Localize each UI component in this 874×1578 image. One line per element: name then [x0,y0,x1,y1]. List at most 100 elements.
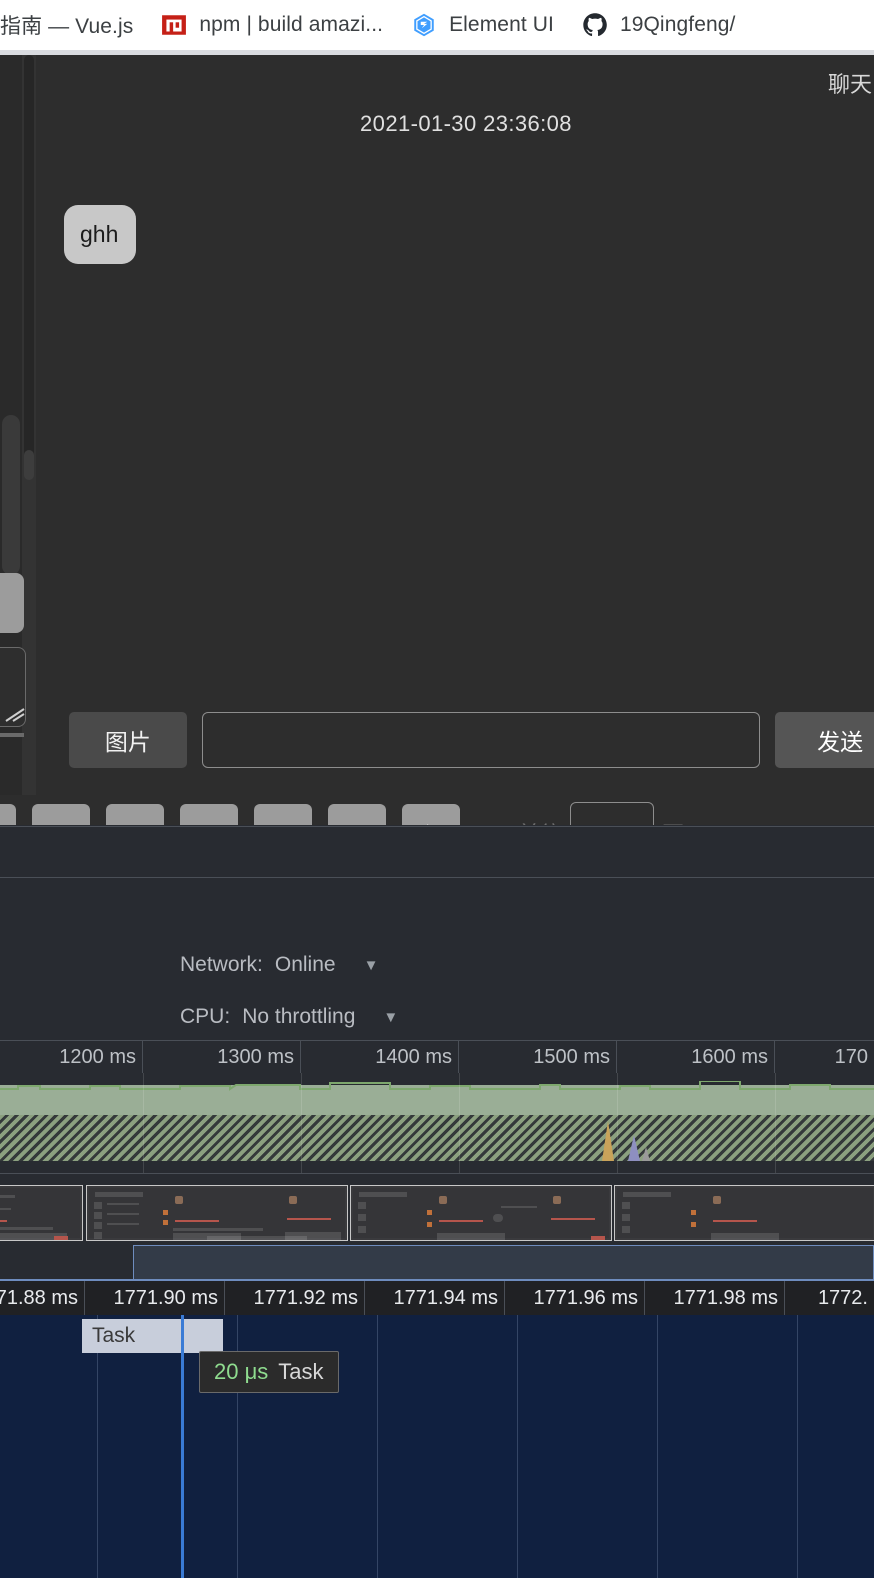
filmstrip-frame[interactable] [0,1185,83,1241]
detail-tick: 1771.92 ms [225,1281,365,1315]
page-button-3[interactable] [0,804,16,825]
network-peak-marker [628,1135,640,1161]
thumbnail-list-row [622,1202,630,1209]
timeline-selection-window[interactable] [133,1245,874,1283]
filmstrip-frame[interactable] [614,1185,874,1241]
browser-tab-github[interactable]: 19Qingfeng/ [568,0,750,50]
sidebar-list-item[interactable] [0,573,24,633]
page-scrollbar-outer-thumb[interactable] [2,415,20,575]
chat-message-input[interactable] [201,712,761,768]
overview-tick: 1600 ms [617,1041,775,1074]
thumbnail-line [501,1206,537,1208]
filmstrip-thumbnail [353,1188,609,1240]
flame-chart[interactable]: Task 20 μs Task [0,1315,874,1578]
thumbnail-warning [551,1218,595,1220]
thumbnail-warning [0,1220,7,1222]
network-value: Online [274,953,336,976]
thumbnail-badge [163,1210,168,1215]
cpu-throttling-row[interactable]: CPU: No throttling ▼ [180,1005,398,1029]
thumbnail-input [711,1233,779,1240]
thumbnail-searchbar [623,1192,671,1197]
page-left-column-edge [36,55,59,825]
filmstrip-strip [0,1177,874,1245]
thumbnail-line [107,1213,139,1215]
tooltip-duration: 20 μs [214,1359,269,1384]
overview-tick: 1200 ms [0,1041,143,1074]
browser-tab-npm[interactable]: npm | build amazi... [147,0,397,50]
thumbnail-warning [287,1218,331,1220]
page-button-9[interactable]: 9 [328,804,386,825]
timeline-selection-band[interactable] [0,1245,874,1283]
overview-gridline [775,1073,776,1173]
overview-tick: 1500 ms [459,1041,617,1074]
npm-icon [162,15,187,35]
web-page-viewport: 聊天 2021-01-30 23:36:08 ghh 图片 发送 4 5 6 …… [0,55,874,825]
thumbnail-list-row [358,1214,366,1221]
tooltip-event-name: Task [278,1359,324,1384]
page-button-4[interactable]: 4 [32,804,90,825]
overview-cpu-graph[interactable] [0,1073,874,1115]
flame-task-bar[interactable]: Task [82,1319,223,1353]
page-button-6[interactable]: 6 [180,804,238,825]
page-button-5[interactable]: 5 [106,804,164,825]
chevron-down-icon[interactable]: ▼ [364,957,379,974]
thumbnail-avatar [713,1196,721,1204]
filmstrip-thumbnail [617,1188,873,1240]
overview-tick: 170 [834,1046,868,1068]
page-jump-input[interactable] [570,802,655,825]
thumbnail-avatar [439,1196,447,1204]
thumbnail-list-row [358,1202,366,1209]
overview-network-graph[interactable] [0,1115,874,1161]
thumbnail-line [0,1227,53,1230]
detail-tick: 71.88 ms [0,1281,85,1315]
network-peak-marker [602,1121,614,1161]
thumbnail-list-row [94,1232,102,1239]
cpu-value: No throttling [242,1005,356,1028]
detail-timeline-ruler[interactable]: 71.88 ms 1771.90 ms 1771.92 ms 1771.94 m… [0,1281,874,1316]
chevron-down-icon[interactable]: ▼ [383,1009,398,1026]
filmstrip-frame[interactable] [350,1185,612,1241]
thumbnail-avatar [289,1196,297,1204]
resize-handle-icon[interactable] [4,707,26,723]
browser-tab-element-ui[interactable]: Element UI [397,0,568,50]
thumbnail-input [437,1233,505,1240]
thumbnail-searchbar [359,1192,407,1197]
thumbnail-button [54,1236,68,1240]
thumbnail-list-row [358,1226,366,1233]
filmstrip-thumbnail [0,1188,80,1240]
overview-gridline [459,1073,460,1173]
thumbnail-bubble [493,1214,503,1222]
thumbnail-line [0,1208,11,1210]
devtools-performance-panel: Network: Online ▼ CPU: No throttling ▼ 1… [0,825,874,1578]
detail-tick: 1771.94 ms [365,1281,505,1315]
devtools-capture-settings: Network: Online ▼ CPU: No throttling ▼ [0,933,874,1040]
page-scrollbar-thumb-highlight[interactable] [24,450,34,480]
thumbnail-badge [691,1222,696,1227]
thumbnail-warning [175,1220,219,1222]
pagination: 4 5 6 … 9 前往 页 [0,795,874,825]
upload-image-button[interactable]: 图片 [69,712,187,768]
filmstrip-thumbnail [89,1188,345,1240]
overview-timeline-ruler[interactable]: 1200 ms 1300 ms 1400 ms 1500 ms 1600 ms … [0,1040,874,1075]
thumbnail-badge [427,1210,432,1215]
browser-tab-vue[interactable]: 指南 — Vue.js [0,0,147,50]
browser-tab-title: 指南 — Vue.js [0,15,134,38]
page-scrollbar-thumb[interactable] [24,55,34,475]
network-throttling-row[interactable]: Network: Online ▼ [180,953,378,977]
send-message-button[interactable]: 发送 [775,712,874,768]
thumbnail-line [0,1195,15,1198]
filmstrip-frame[interactable] [86,1185,348,1241]
browser-tab-title: 19Qingfeng/ [619,13,736,36]
chat-composer: 图片 发送 [58,700,874,780]
thumbnail-badge [163,1220,168,1225]
page-jump-group: 前往 页 [518,802,684,825]
timeline-playhead[interactable] [181,1315,184,1578]
thumbnail-line [173,1228,263,1231]
page-ellipsis-button[interactable]: … [254,804,312,825]
chat-header-title: 聊天 [827,72,872,97]
sidebar-divider [0,733,24,737]
thumbnail-line [107,1203,139,1205]
browser-tab-strip: 指南 — Vue.js npm | build amazi... Element… [0,0,874,50]
flame-gridline [97,1315,98,1578]
next-page-button[interactable] [402,804,460,825]
